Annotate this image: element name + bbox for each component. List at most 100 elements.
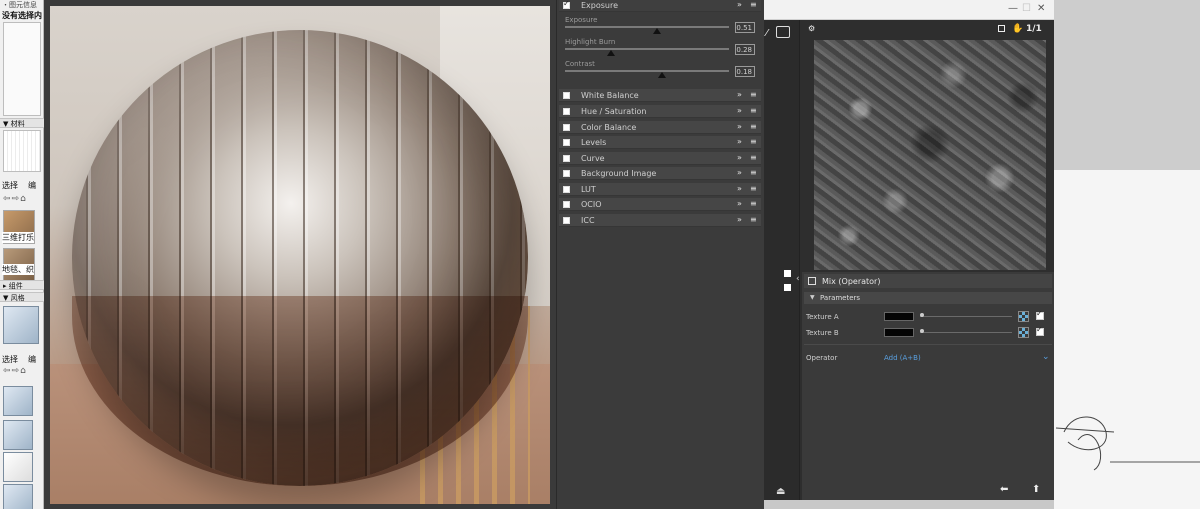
section-ocio[interactable]: OCIO » ≡ [559,198,761,211]
pin-icon[interactable]: ⁄ [766,28,768,39]
expand-icon[interactable]: » [737,184,742,193]
slider-thumb[interactable] [606,50,615,56]
menu-icon[interactable]: ≡ [750,106,757,115]
operator-row[interactable]: Operator Add (A+B) ⌄ [804,352,1052,365]
texture-a-swatch[interactable] [884,312,914,321]
texture-b-row[interactable]: Texture B [804,325,1052,339]
exposure-slider[interactable]: Exposure 0.51 [563,16,759,36]
texture-b-checkbox[interactable] [1036,325,1044,336]
expand-icon[interactable]: » [737,137,742,146]
slider-thumb[interactable] [652,28,661,34]
section-checkbox[interactable] [563,186,570,193]
menu-icon[interactable]: ≡ [750,168,757,177]
tab-edit[interactable]: 编 [28,180,36,191]
slider-thumb[interactable] [657,72,666,78]
section-hue-saturation[interactable]: Hue / Saturation » ≡ [559,105,761,118]
chevron-left-icon[interactable]: ‹ [796,274,800,284]
expand-icon[interactable]: » [737,199,742,208]
style-cube-icon[interactable] [3,420,33,450]
style-cube-icon[interactable] [3,452,33,482]
section-checkbox[interactable] [563,108,570,115]
section-checkbox[interactable] [563,124,570,131]
expand-icon[interactable]: » [737,106,742,115]
menu-icon[interactable]: ≡ [750,184,757,193]
section-color-balance[interactable]: Color Balance » ≡ [559,121,761,134]
section-checkbox[interactable] [563,92,570,99]
menu-icon[interactable]: ≡ [750,0,757,9]
close-icon[interactable]: ✕ [1037,3,1045,14]
node-port-icon[interactable] [784,270,791,277]
preview-settings-icon[interactable]: ⚙ [808,24,815,33]
slider-value[interactable]: 0.51 [735,22,755,33]
section-checkbox[interactable] [563,155,570,162]
texture-b-map-icon[interactable] [1018,327,1029,338]
square-icon[interactable] [998,25,1005,32]
slider-value[interactable]: 0.18 [735,66,755,77]
menu-icon[interactable]: ≡ [750,90,757,99]
styles-header[interactable]: ▼ 风格 [0,292,44,302]
texture-a-map-icon[interactable] [1018,311,1029,322]
bucket-icon[interactable]: ⏏ [776,486,785,497]
highlight-burn-slider[interactable]: Highlight Burn 0.28 [563,38,759,58]
tab-select[interactable]: 选择 [2,180,18,191]
maximize-icon[interactable]: ☐ [1022,3,1031,14]
chevron-down-icon[interactable]: ▼ [810,294,815,301]
window-titlebar[interactable]: — ☐ ✕ [764,0,1054,20]
slider-value[interactable]: 0.28 [735,44,755,55]
texture-b-swatch[interactable] [884,328,914,337]
exposure-section[interactable]: Exposure » ≡ [559,0,761,12]
expand-icon[interactable]: » [737,122,742,131]
nav-arrows-icon[interactable]: ⇦⇨⌂ [3,366,27,376]
collapse-icon[interactable]: » [737,0,742,9]
minimize-icon[interactable]: — [1008,3,1018,14]
expand-icon[interactable]: » [737,168,742,177]
slider-track[interactable] [565,26,729,28]
section-white-balance[interactable]: White Balance » ≡ [559,89,761,102]
menu-icon[interactable]: ≡ [750,199,757,208]
style-cube-icon[interactable] [3,484,33,509]
parameters-header[interactable]: ▼ Parameters [804,292,1052,304]
hand-icon[interactable]: ✋ [1012,24,1023,34]
section-levels[interactable]: Levels » ≡ [559,136,761,149]
expand-icon[interactable]: » [737,90,742,99]
zoom-ratio[interactable]: 1/1 [1026,24,1042,34]
components-header[interactable]: ▸ 组件 [0,280,44,290]
section-checkbox[interactable] [563,217,570,224]
slider-track[interactable] [565,70,729,72]
menu-icon[interactable]: ≡ [750,153,757,162]
tab-select[interactable]: 选择 [2,354,18,365]
section-checkbox[interactable] [563,139,570,146]
texture-preview[interactable] [814,40,1046,270]
expand-icon[interactable]: » [737,215,742,224]
node-port-icon[interactable] [784,284,791,291]
operator-dropdown[interactable]: Add (A+B) [884,354,921,362]
slider-track[interactable] [565,48,729,50]
nav-arrows-icon[interactable]: ⇦⇨⌂ [3,194,27,204]
texture-a-slider[interactable] [920,316,1012,317]
menu-icon[interactable]: ≡ [750,137,757,146]
menu-icon[interactable]: ≡ [750,215,757,224]
style-cube-icon[interactable] [3,386,33,416]
chevron-down-icon[interactable]: ⌄ [1042,352,1050,362]
section-background-image[interactable]: Background Image » ≡ [559,167,761,180]
texture-a-slider-thumb[interactable] [920,313,924,317]
section-checkbox[interactable] [563,170,570,177]
texture-a-checkbox[interactable] [1036,309,1044,320]
texture-b-slider[interactable] [920,332,1012,333]
texture-a-row[interactable]: Texture A [804,309,1052,323]
expand-icon[interactable]: » [737,153,742,162]
materials-header[interactable]: ▼ 材料 [0,118,44,128]
section-icc[interactable]: ICC » ≡ [559,214,761,227]
arrow-up-icon[interactable]: ⬆ [1032,484,1040,495]
exposure-checkbox[interactable] [563,0,570,9]
contrast-slider[interactable]: Contrast 0.18 [563,60,759,80]
section-lut[interactable]: LUT » ≡ [559,183,761,196]
render-viewport[interactable] [44,0,556,509]
menu-icon[interactable]: ≡ [750,122,757,131]
texture-b-slider-thumb[interactable] [920,329,924,333]
arrow-left-icon[interactable]: ⬅ [1000,484,1008,495]
section-curve[interactable]: Curve » ≡ [559,152,761,165]
monitor-icon[interactable] [776,26,790,38]
section-checkbox[interactable] [563,201,570,208]
tab-edit[interactable]: 编 [28,354,36,365]
